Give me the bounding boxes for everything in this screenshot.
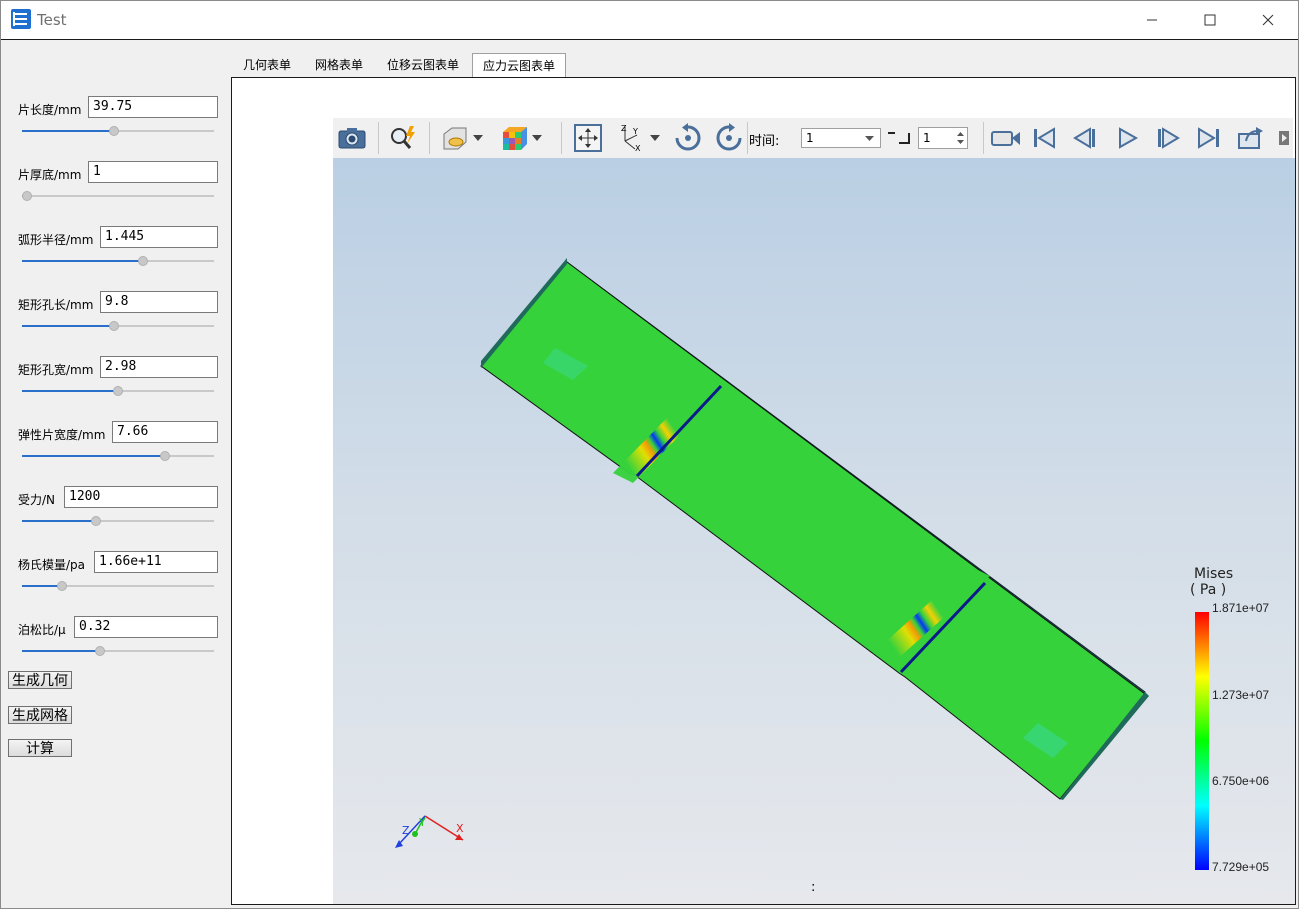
generate-geometry-button[interactable]: 生成几何 bbox=[8, 671, 72, 689]
param-slider[interactable] bbox=[22, 190, 214, 202]
tab-mesh[interactable]: 网格表单 bbox=[304, 53, 374, 77]
query-icon[interactable] bbox=[387, 122, 419, 154]
viewport-status: : bbox=[811, 880, 816, 895]
stress-model[interactable]: X Y Z bbox=[333, 158, 1295, 904]
camera-icon[interactable] bbox=[336, 122, 368, 154]
time-select[interactable]: 1 bbox=[801, 128, 881, 148]
param-label: 矩形孔长/mm bbox=[18, 298, 94, 312]
last-frame-icon[interactable] bbox=[1193, 122, 1225, 154]
param-slider[interactable] bbox=[22, 645, 214, 657]
axes-icon[interactable]: ZYX bbox=[616, 122, 648, 154]
svg-text:Y: Y bbox=[418, 816, 426, 829]
tab-geometry[interactable]: 几何表单 bbox=[232, 53, 302, 77]
next-frame-icon[interactable] bbox=[1152, 122, 1184, 154]
param-label: 受力/N bbox=[18, 493, 56, 507]
slider-handle[interactable] bbox=[113, 386, 123, 396]
param-slider[interactable] bbox=[22, 580, 214, 592]
maximize-icon bbox=[1204, 14, 1216, 26]
tab-stress[interactable]: 应力云图表单 bbox=[472, 53, 566, 77]
param-input[interactable]: 1.66e+11 bbox=[94, 551, 218, 573]
slider-handle[interactable] bbox=[160, 451, 171, 461]
tab-displacement[interactable]: 位移云图表单 bbox=[376, 53, 470, 77]
param-input[interactable]: 39.75 bbox=[88, 96, 218, 118]
param-input[interactable]: 1.445 bbox=[100, 226, 218, 248]
axes-dropdown-icon[interactable] bbox=[648, 122, 662, 154]
param-slider[interactable] bbox=[22, 320, 214, 332]
more-tools-icon[interactable] bbox=[1277, 122, 1291, 154]
maximize-button[interactable] bbox=[1181, 1, 1239, 39]
legend-min: 7.729e+05 bbox=[1212, 860, 1270, 874]
record-icon[interactable] bbox=[987, 122, 1025, 154]
param-input[interactable]: 0.32 bbox=[74, 616, 218, 638]
app-icon bbox=[11, 9, 31, 29]
svg-text:X: X bbox=[456, 822, 464, 835]
param-slider[interactable] bbox=[22, 125, 214, 137]
legend-colorbar bbox=[1195, 612, 1209, 870]
svg-text:Z: Z bbox=[621, 124, 627, 133]
svg-text:Y: Y bbox=[632, 127, 638, 136]
close-icon bbox=[1262, 14, 1274, 26]
slider-handle[interactable] bbox=[109, 126, 120, 136]
viewer-toolbar: ZYX 时间: 1 1 bbox=[333, 118, 1293, 159]
prev-frame-icon[interactable] bbox=[1069, 122, 1101, 154]
spin-arrows-icon[interactable] bbox=[957, 131, 964, 145]
param-label: 泊松比/μ bbox=[18, 623, 66, 637]
rotate-right-icon[interactable] bbox=[713, 122, 745, 154]
param-label: 片长度/mm bbox=[18, 103, 82, 117]
svg-text:Z: Z bbox=[402, 824, 410, 837]
play-icon[interactable] bbox=[1111, 122, 1143, 154]
param-input[interactable]: 1200 bbox=[64, 486, 218, 508]
param-slider[interactable] bbox=[22, 385, 214, 397]
compute-button[interactable]: 计算 bbox=[8, 739, 72, 757]
slider-handle[interactable] bbox=[138, 256, 149, 266]
param-label: 片厚底/mm bbox=[18, 168, 82, 182]
slider-handle[interactable] bbox=[94, 646, 105, 656]
slider-handle[interactable] bbox=[22, 191, 32, 201]
legend-tick-2: 1.273e+07 bbox=[1212, 688, 1270, 702]
slider-handle[interactable] bbox=[91, 516, 102, 526]
fit-view-icon[interactable] bbox=[572, 122, 604, 154]
clip-icon[interactable] bbox=[439, 122, 471, 154]
first-frame-icon[interactable] bbox=[1028, 122, 1060, 154]
chevron-down-icon bbox=[865, 136, 874, 141]
param-label: 弧形半径/mm bbox=[18, 233, 94, 247]
param-slider[interactable] bbox=[22, 515, 214, 527]
legend-tick-3: 6.750e+06 bbox=[1212, 774, 1270, 788]
param-slider[interactable] bbox=[22, 255, 214, 267]
param-input[interactable]: 2.98 bbox=[100, 356, 218, 378]
generate-mesh-button[interactable]: 生成网格 bbox=[8, 706, 72, 724]
slider-handle[interactable] bbox=[109, 321, 120, 331]
param-input[interactable]: 7.66 bbox=[112, 421, 218, 443]
param-slider[interactable] bbox=[22, 450, 214, 462]
rotate-left-icon[interactable] bbox=[672, 122, 704, 154]
step-icon bbox=[888, 132, 910, 144]
stress-viewport[interactable]: X Y Z Mises ( Pa ) 1.871e+07 1.273e+07 6… bbox=[333, 158, 1295, 904]
svg-text:X: X bbox=[635, 144, 641, 153]
minimize-button[interactable] bbox=[1123, 1, 1181, 39]
param-label: 杨氏模量/pa bbox=[18, 558, 86, 572]
export-icon[interactable] bbox=[1234, 122, 1266, 154]
step-spinbox[interactable]: 1 bbox=[918, 127, 968, 149]
legend-max: 1.871e+07 bbox=[1212, 601, 1270, 615]
param-label: 矩形孔宽/mm bbox=[18, 363, 94, 377]
minimize-icon bbox=[1147, 19, 1157, 21]
param-input[interactable]: 1 bbox=[88, 161, 218, 183]
param-input[interactable]: 9.8 bbox=[100, 291, 218, 313]
color-dropdown-icon[interactable] bbox=[530, 122, 544, 154]
title-bar: Test bbox=[1, 1, 1298, 40]
time-label: 时间: bbox=[749, 134, 780, 149]
legend-unit: ( Pa ) bbox=[1190, 582, 1227, 598]
window-title: Test bbox=[37, 11, 67, 29]
clip-dropdown-icon[interactable] bbox=[471, 122, 485, 154]
close-button[interactable] bbox=[1239, 1, 1297, 39]
param-label: 弹性片宽度/mm bbox=[18, 428, 106, 442]
orientation-axes: X Y Z bbox=[395, 815, 464, 848]
slider-handle[interactable] bbox=[56, 581, 67, 591]
color-cube-icon[interactable] bbox=[498, 122, 530, 154]
legend-title: Mises bbox=[1194, 566, 1234, 582]
